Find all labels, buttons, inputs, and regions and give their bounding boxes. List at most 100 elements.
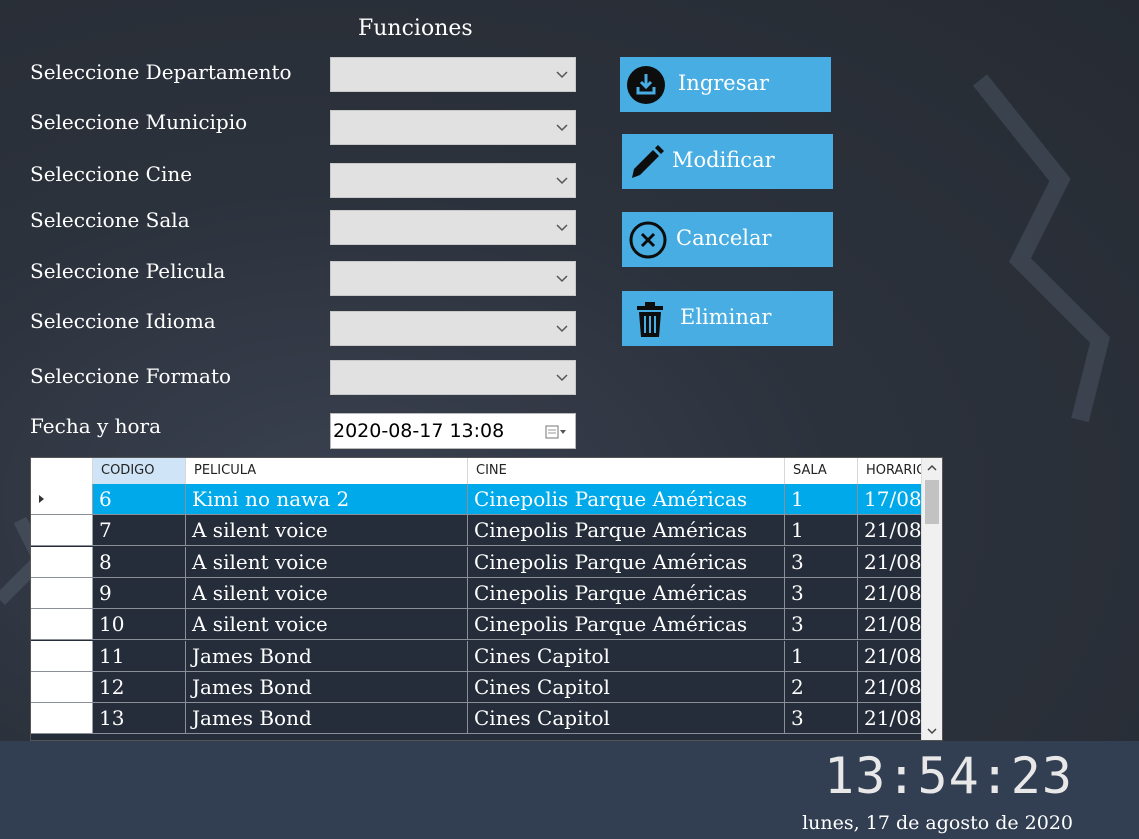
cell-codigo[interactable]: 9 [93, 577, 186, 608]
cell-sala[interactable]: 1 [785, 484, 858, 514]
ingresar-button[interactable]: Ingresar [620, 57, 831, 112]
row-header[interactable] [31, 515, 93, 546]
cell-codigo[interactable]: 11 [93, 640, 186, 671]
row-header[interactable] [31, 640, 93, 671]
column-header-pelicula[interactable]: PELICULA [186, 458, 468, 484]
table-row[interactable]: 13 James Bond Cines Capitol 3 21/08 [31, 703, 922, 735]
cell-horario[interactable]: 21/08 [858, 515, 922, 546]
label-pelicula: Seleccione Pelicula [30, 259, 226, 283]
cell-sala[interactable]: 2 [785, 671, 858, 702]
cell-cine[interactable]: Cinepolis Parque Américas [468, 484, 785, 514]
table-row[interactable]: 9A silent voice Cinepolis Parque Américas… [31, 577, 922, 609]
cell-pelicula[interactable]: A silent voice [186, 577, 468, 608]
grid-vertical-scrollbar[interactable] [921, 458, 942, 740]
cell-codigo[interactable]: 10 [93, 609, 186, 640]
table-row[interactable]: 11 James Bond Cines Capitol 1 21/08 [31, 640, 922, 672]
eliminar-label: Eliminar [680, 305, 772, 329]
cell-horario[interactable]: 17/08 [858, 484, 922, 514]
column-header-horario[interactable]: HORARIO [858, 458, 922, 484]
chevron-down-icon [556, 374, 568, 382]
municipio-select[interactable] [330, 110, 576, 145]
row-header[interactable] [31, 703, 93, 734]
label-departamento: Seleccione Departamento [30, 60, 292, 84]
cell-horario[interactable]: 21/08 [858, 546, 922, 577]
sala-select[interactable] [330, 210, 576, 245]
cell-pelicula[interactable]: A silent voice [186, 515, 468, 546]
column-header-cine[interactable]: CINE [468, 458, 785, 484]
table-row[interactable]: 12 James Bond Cines Capitol 2 21/08 [31, 671, 922, 703]
row-header[interactable] [31, 671, 93, 702]
fecha-hora-value: 2020-08-17 13:08 [333, 420, 505, 442]
table-row[interactable]: 6 Kimi no nawa 2 Cinepolis Parque Américas… [31, 484, 922, 515]
import-icon [627, 66, 665, 104]
cell-codigo[interactable]: 8 [93, 546, 186, 577]
fecha-hora-picker[interactable]: 2020-08-17 13:08 [330, 413, 576, 449]
modificar-button[interactable]: Modificar [622, 134, 833, 189]
pelicula-select[interactable] [330, 261, 576, 296]
column-header-sala[interactable]: SALA [785, 458, 858, 484]
idioma-select[interactable] [330, 311, 576, 346]
grid-header: CODIGO PELICULA CINE SALA HORARIO [31, 458, 922, 484]
modificar-label: Modificar [672, 148, 775, 172]
cell-codigo[interactable]: 13 [93, 703, 186, 734]
cell-cine[interactable]: Cines Capitol [468, 703, 785, 734]
label-municipio: Seleccione Municipio [30, 110, 248, 134]
cell-pelicula[interactable]: A silent voice [186, 609, 468, 640]
cell-horario[interactable]: 21/08 [858, 609, 922, 640]
column-header-codigo[interactable]: CODIGO [93, 458, 186, 484]
cell-pelicula[interactable]: James Bond [186, 671, 468, 702]
cell-cine[interactable]: Cinepolis Parque Américas [468, 609, 785, 640]
eliminar-button[interactable]: Eliminar [622, 291, 833, 346]
table-row[interactable]: 7A silent voice Cinepolis Parque Américas… [31, 515, 922, 547]
cell-cine[interactable]: Cinepolis Parque Américas [468, 515, 785, 546]
cell-cine[interactable]: Cinepolis Parque Américas [468, 546, 785, 577]
scroll-thumb[interactable] [925, 480, 939, 524]
cell-sala[interactable]: 3 [785, 577, 858, 608]
cell-codigo[interactable]: 6 [93, 484, 186, 514]
scroll-down-icon[interactable] [925, 724, 939, 738]
cine-select[interactable] [330, 163, 576, 198]
departamento-select[interactable] [330, 57, 576, 92]
calendar-icon[interactable] [545, 425, 567, 439]
chevron-down-icon [556, 177, 568, 185]
cancelar-button[interactable]: Cancelar [622, 212, 833, 267]
cell-horario[interactable]: 21/08 [858, 703, 922, 734]
label-formato: Seleccione Formato [30, 364, 232, 388]
cell-cine[interactable]: Cines Capitol [468, 671, 785, 702]
cell-cine[interactable]: Cinepolis Parque Américas [468, 577, 785, 608]
cell-sala[interactable]: 3 [785, 546, 858, 577]
cell-codigo[interactable]: 7 [93, 515, 186, 546]
cell-sala[interactable]: 1 [785, 640, 858, 671]
funciones-grid[interactable]: CODIGO PELICULA CINE SALA HORARIO 6 Kimi … [30, 457, 943, 741]
form-title: Funciones [358, 16, 473, 41]
row-header[interactable] [31, 546, 93, 577]
table-row[interactable]: 8A silent voice Cinepolis Parque Américas… [31, 546, 922, 578]
cancelar-label: Cancelar [676, 226, 772, 250]
cell-horario[interactable]: 21/08 [858, 640, 922, 671]
chevron-down-icon [556, 71, 568, 79]
chevron-down-icon [556, 124, 568, 132]
scroll-up-icon[interactable] [925, 461, 939, 475]
cell-pelicula[interactable]: A silent voice [186, 546, 468, 577]
cell-horario[interactable]: 21/08 [858, 671, 922, 702]
cell-codigo[interactable]: 12 [93, 671, 186, 702]
cell-sala[interactable]: 1 [785, 515, 858, 546]
cell-sala[interactable]: 3 [785, 609, 858, 640]
cell-cine[interactable]: Cines Capitol [468, 640, 785, 671]
row-header[interactable] [31, 484, 93, 514]
label-idioma: Seleccione Idioma [30, 309, 216, 333]
cell-pelicula[interactable]: James Bond [186, 703, 468, 734]
ingresar-label: Ingresar [678, 71, 770, 95]
row-header[interactable] [31, 577, 93, 608]
formato-select[interactable] [330, 360, 576, 395]
chevron-down-icon [556, 224, 568, 232]
cell-horario[interactable]: 21/08 [858, 577, 922, 608]
label-cine: Seleccione Cine [30, 162, 193, 186]
cell-pelicula[interactable]: Kimi no nawa 2 [186, 484, 468, 514]
cell-sala[interactable]: 3 [785, 703, 858, 734]
cell-pelicula[interactable]: James Bond [186, 640, 468, 671]
pencil-icon [632, 145, 664, 178]
row-header[interactable] [31, 609, 93, 640]
chevron-down-icon [556, 325, 568, 333]
table-row[interactable]: 10 A silent voice Cinepolis Parque América… [31, 609, 922, 641]
